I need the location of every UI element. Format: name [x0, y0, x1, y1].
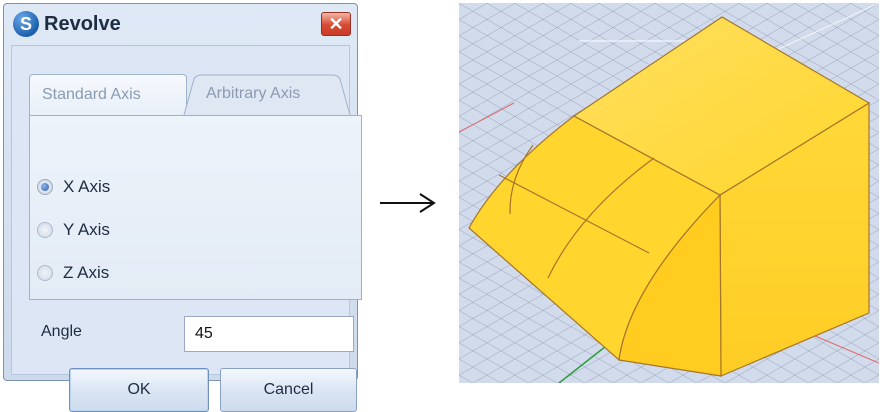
ok-button[interactable]: OK	[69, 368, 209, 412]
radio-x-axis[interactable]: X Axis	[37, 174, 110, 200]
viewport-canvas[interactable]	[459, 3, 879, 383]
radio-unchecked-icon[interactable]	[37, 222, 53, 238]
tab-arbitrary-axis-label: Arbitrary Axis	[206, 85, 301, 102]
radio-checked-icon[interactable]	[37, 179, 53, 195]
radio-label: Z Axis	[63, 263, 110, 282]
app-logo-icon: S	[13, 11, 39, 37]
angle-input[interactable]	[184, 316, 354, 352]
radio-label: Y Axis	[63, 220, 110, 239]
title-bar[interactable]: S Revolve ✕	[4, 4, 357, 44]
radio-z-axis[interactable]: Z Axis	[37, 260, 109, 286]
angle-label: Angle	[41, 323, 82, 340]
radio-y-axis[interactable]: Y Axis	[37, 217, 110, 243]
tab-standard-axis[interactable]: Standard Axis	[29, 74, 187, 116]
cancel-button[interactable]: Cancel	[220, 368, 357, 412]
dialog-title: Revolve	[44, 13, 121, 35]
tab-arbitrary-axis[interactable]: Arbitrary Axis	[182, 74, 352, 116]
radio-label: X Axis	[63, 177, 111, 196]
dialog-content: Standard Axis Arbitrary Axis X Axis Y Ax…	[11, 45, 362, 412]
model-viewport[interactable]	[459, 3, 879, 383]
revolve-dialog: S Revolve ✕ Standard Axis Arbitrary Axis…	[3, 3, 362, 412]
close-button[interactable]: ✕	[321, 12, 351, 36]
right-arrow-icon	[380, 193, 436, 213]
radio-unchecked-icon[interactable]	[37, 265, 53, 281]
